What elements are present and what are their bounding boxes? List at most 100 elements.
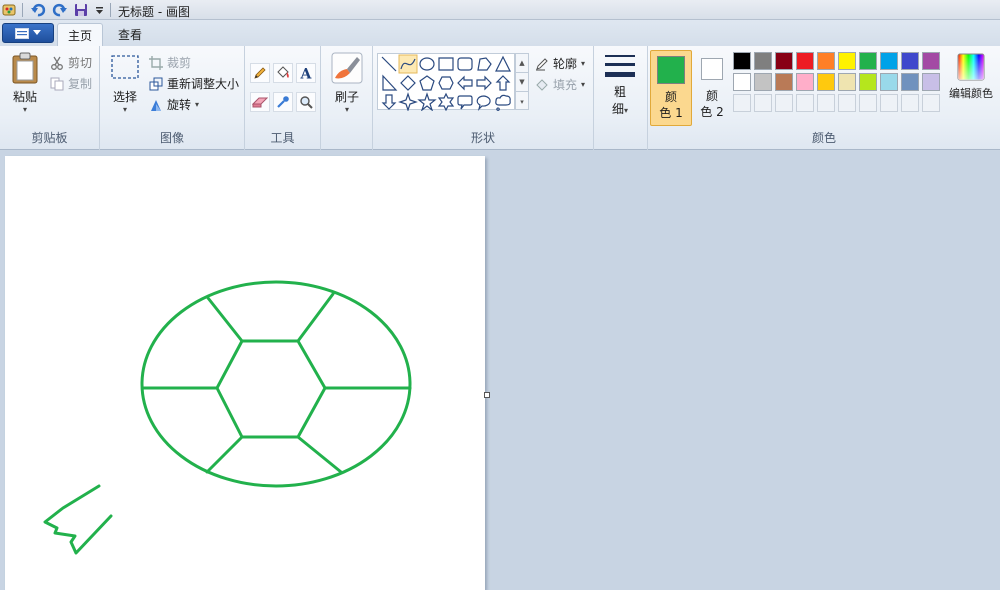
palette-swatch[interactable]	[775, 52, 793, 70]
paint-app-icon[interactable]	[2, 2, 16, 18]
palette-swatch[interactable]	[880, 73, 898, 91]
drawing-surface	[43, 280, 412, 555]
four-point-star-shape-icon[interactable]	[398, 92, 418, 112]
redo-icon[interactable]	[52, 2, 68, 18]
palette-swatch[interactable]	[859, 73, 877, 91]
palette-swatch[interactable]	[754, 52, 772, 70]
six-point-star-shape-icon[interactable]	[437, 92, 455, 112]
rounded-rectangle-shape-icon[interactable]	[457, 57, 473, 71]
eraser-icon[interactable]	[250, 92, 270, 112]
oval-callout-shape-icon[interactable]	[476, 95, 491, 111]
palette-swatch[interactable]	[901, 73, 919, 91]
scissors-icon	[51, 56, 63, 70]
palette-swatch[interactable]	[775, 73, 793, 91]
color1-button[interactable]: 颜 色 1	[650, 50, 692, 126]
tab-view[interactable]: 查看	[108, 23, 152, 46]
custom-color-slot[interactable]	[838, 94, 856, 112]
right-arrow-shape-icon[interactable]	[476, 75, 492, 91]
paste-button[interactable]: 粘贴 ▾	[8, 52, 42, 114]
scroll-up-icon[interactable]: ▲	[516, 54, 528, 73]
shapes-gallery-scrollbar[interactable]: ▲ ▼ ▾	[515, 53, 529, 110]
palette-swatch[interactable]	[817, 73, 835, 91]
palette-swatch[interactable]	[838, 52, 856, 70]
palette-swatch[interactable]	[838, 73, 856, 91]
size-group: 粗 细▾	[594, 46, 648, 150]
resize-button[interactable]: 重新调整大小	[149, 75, 239, 92]
outline-button[interactable]: 轮廓 ▾	[535, 55, 585, 72]
clipboard-group: 粘贴 ▾ 剪切 复制 剪贴板	[0, 46, 100, 150]
rectangle-shape-icon[interactable]	[438, 57, 454, 71]
customize-quick-access-dropdown[interactable]	[93, 2, 105, 18]
palette-swatch[interactable]	[754, 73, 772, 91]
custom-color-slot[interactable]	[901, 94, 919, 112]
curve-shape-icon[interactable]	[398, 54, 418, 74]
text-icon[interactable]: A	[296, 63, 316, 83]
drawing-canvas[interactable]	[5, 156, 485, 590]
palette-swatch[interactable]	[796, 73, 814, 91]
palette-swatch[interactable]	[859, 52, 877, 70]
left-arrow-shape-icon[interactable]	[457, 75, 473, 91]
cloud-callout-shape-icon[interactable]	[495, 94, 511, 111]
canvas-resize-handle[interactable]	[484, 392, 490, 398]
fill-label: 填充	[553, 78, 578, 92]
chevron-down-icon: ▾	[195, 100, 200, 109]
oval-shape-icon[interactable]	[419, 57, 435, 71]
clipboard-icon	[12, 52, 38, 84]
resize-icon	[149, 77, 163, 90]
paint-menu-button[interactable]	[2, 23, 54, 43]
line-shape-icon[interactable]	[381, 56, 397, 72]
tab-home[interactable]: 主页	[57, 23, 104, 46]
five-point-star-shape-icon[interactable]	[417, 92, 437, 112]
custom-color-slot[interactable]	[922, 94, 940, 112]
select-button[interactable]: 选择 ▾	[108, 54, 142, 114]
color2-button[interactable]: 颜 色 2	[695, 50, 729, 126]
brushes-button[interactable]: 刷子 ▾	[329, 52, 365, 114]
custom-color-slot[interactable]	[775, 94, 793, 112]
right-triangle-shape-icon[interactable]	[382, 74, 398, 91]
palette-swatch[interactable]	[796, 52, 814, 70]
triangle-shape-icon[interactable]	[495, 55, 511, 72]
custom-color-slot[interactable]	[880, 94, 898, 112]
fill-button[interactable]: 填充 ▾	[535, 76, 585, 93]
ball-outline-shape	[140, 280, 412, 488]
custom-color-slot[interactable]	[754, 94, 772, 112]
cut-button[interactable]: 剪切	[50, 54, 92, 71]
hexagon-shape-icon[interactable]	[438, 76, 454, 90]
up-arrow-shape-icon[interactable]	[495, 75, 511, 91]
pentagon-shape-icon[interactable]	[419, 75, 435, 91]
gallery-expand-icon[interactable]: ▾	[516, 92, 528, 111]
palette-swatch[interactable]	[733, 52, 751, 70]
chevron-down-icon: ▾	[122, 105, 127, 114]
fill-bucket-icon[interactable]	[273, 63, 293, 83]
palette-swatch[interactable]	[922, 52, 940, 70]
crop-button[interactable]: 裁剪	[149, 54, 191, 71]
seam-line	[296, 435, 343, 474]
custom-color-slot[interactable]	[859, 94, 877, 112]
save-icon[interactable]	[73, 2, 89, 18]
palette-swatch[interactable]	[901, 52, 919, 70]
color-picker-icon[interactable]	[273, 92, 293, 112]
palette-swatch[interactable]	[880, 52, 898, 70]
custom-color-slot[interactable]	[733, 94, 751, 112]
undo-icon[interactable]	[30, 2, 46, 18]
down-arrow-shape-icon[interactable]	[381, 94, 397, 110]
copy-button[interactable]: 复制	[50, 75, 92, 92]
size-button[interactable]: 粗 细▾	[602, 52, 638, 117]
rotate-button[interactable]: 旋转 ▾	[149, 96, 199, 113]
edit-colors-button[interactable]: 编辑颜色	[946, 53, 996, 101]
diamond-shape-icon[interactable]	[400, 75, 416, 91]
scroll-down-icon[interactable]: ▼	[516, 73, 528, 92]
polygon-shape-icon[interactable]	[477, 57, 492, 71]
magnifier-icon[interactable]	[296, 92, 316, 112]
chevron-down-icon: ▾	[624, 106, 629, 115]
select-label: 选择	[112, 90, 137, 104]
copy-label: 复制	[68, 77, 93, 91]
pencil-icon[interactable]	[250, 63, 270, 83]
palette-swatch[interactable]	[733, 73, 751, 91]
palette-swatch[interactable]	[817, 52, 835, 70]
custom-color-slot[interactable]	[796, 94, 814, 112]
chevron-down-icon: ▾	[344, 105, 349, 114]
palette-swatch[interactable]	[922, 73, 940, 91]
custom-color-slot[interactable]	[817, 94, 835, 112]
rounded-callout-shape-icon[interactable]	[457, 95, 473, 110]
